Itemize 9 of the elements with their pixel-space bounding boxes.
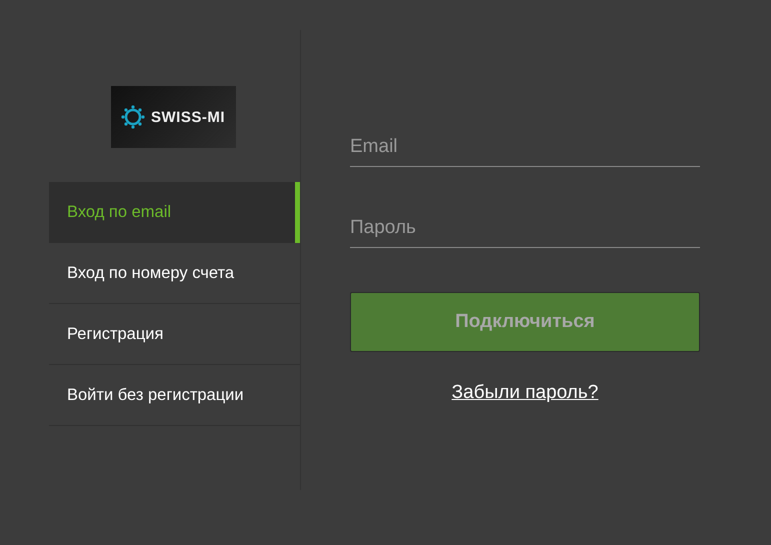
gear-icon xyxy=(121,105,145,129)
menu-item[interactable]: Вход по email xyxy=(49,182,300,243)
input-field[interactable]: Пароль xyxy=(350,211,700,248)
menu-item[interactable]: Вход по номеру счета xyxy=(49,243,300,304)
input-field[interactable]: Email xyxy=(350,130,700,167)
logo-text: SWISS-MI xyxy=(151,108,225,126)
menu-item[interactable]: Войти без регистрации xyxy=(49,365,300,426)
forgot-password-link[interactable]: Забыли пароль? xyxy=(452,382,598,404)
menu-item[interactable]: Регистрация xyxy=(49,304,300,365)
